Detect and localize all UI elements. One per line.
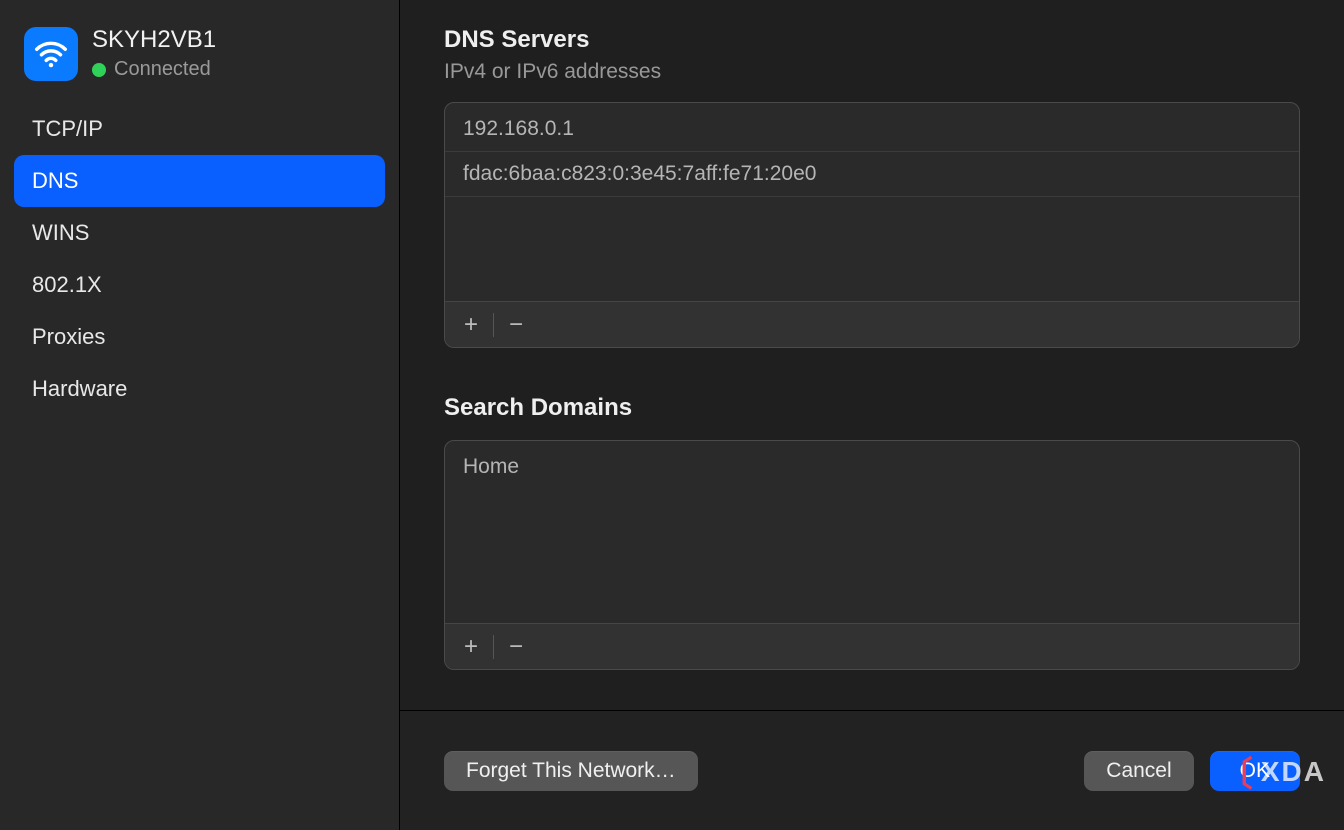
search-domains-list[interactable]: Home + − (444, 440, 1300, 670)
wifi-icon (24, 27, 78, 81)
dns-server-row[interactable]: 192.168.0.1 (445, 107, 1299, 152)
sidebar: SKYH2VB1 Connected TCP/IP DNS WINS 802.1… (0, 0, 400, 830)
toolbar-separator (493, 635, 494, 659)
dns-servers-list[interactable]: 192.168.0.1 fdac:6baa:c823:0:3e45:7aff:f… (444, 102, 1300, 348)
dns-list-toolbar: + − (445, 301, 1299, 347)
nav-item-8021x[interactable]: 802.1X (14, 259, 385, 311)
settings-nav: TCP/IP DNS WINS 802.1X Proxies Hardware (14, 103, 385, 415)
nav-item-tcpip[interactable]: TCP/IP (14, 103, 385, 155)
cancel-button[interactable]: Cancel (1084, 751, 1193, 791)
status-dot-icon (92, 63, 106, 77)
nav-item-hardware[interactable]: Hardware (14, 363, 385, 415)
search-list-toolbar: + − (445, 623, 1299, 669)
status-text: Connected (114, 58, 211, 81)
dns-subtitle: IPv4 or IPv6 addresses (444, 60, 1300, 84)
forget-network-button[interactable]: Forget This Network… (444, 751, 698, 791)
search-domain-row[interactable]: Home (445, 445, 1299, 489)
content: DNS Servers IPv4 or IPv6 addresses 192.1… (400, 0, 1344, 710)
network-header: SKYH2VB1 Connected (14, 22, 385, 99)
search-domains-title: Search Domains (444, 394, 1300, 422)
nav-item-proxies[interactable]: Proxies (14, 311, 385, 363)
search-domains-section: Search Domains Home + − (444, 394, 1300, 670)
nav-item-dns[interactable]: DNS (14, 155, 385, 207)
main-panel: DNS Servers IPv4 or IPv6 addresses 192.1… (400, 0, 1344, 830)
ok-button[interactable]: OK (1210, 751, 1300, 791)
footer: Forget This Network… Cancel OK (400, 710, 1344, 830)
network-status: Connected (92, 58, 216, 81)
dns-title: DNS Servers (444, 26, 1300, 54)
dns-section: DNS Servers IPv4 or IPv6 addresses 192.1… (444, 26, 1300, 348)
add-domain-button[interactable]: + (453, 631, 489, 663)
nav-item-wins[interactable]: WINS (14, 207, 385, 259)
remove-dns-button[interactable]: − (498, 309, 534, 341)
dns-server-row[interactable]: fdac:6baa:c823:0:3e45:7aff:fe71:20e0 (445, 152, 1299, 197)
add-dns-button[interactable]: + (453, 309, 489, 341)
toolbar-separator (493, 313, 494, 337)
network-name: SKYH2VB1 (92, 26, 216, 54)
remove-domain-button[interactable]: − (498, 631, 534, 663)
